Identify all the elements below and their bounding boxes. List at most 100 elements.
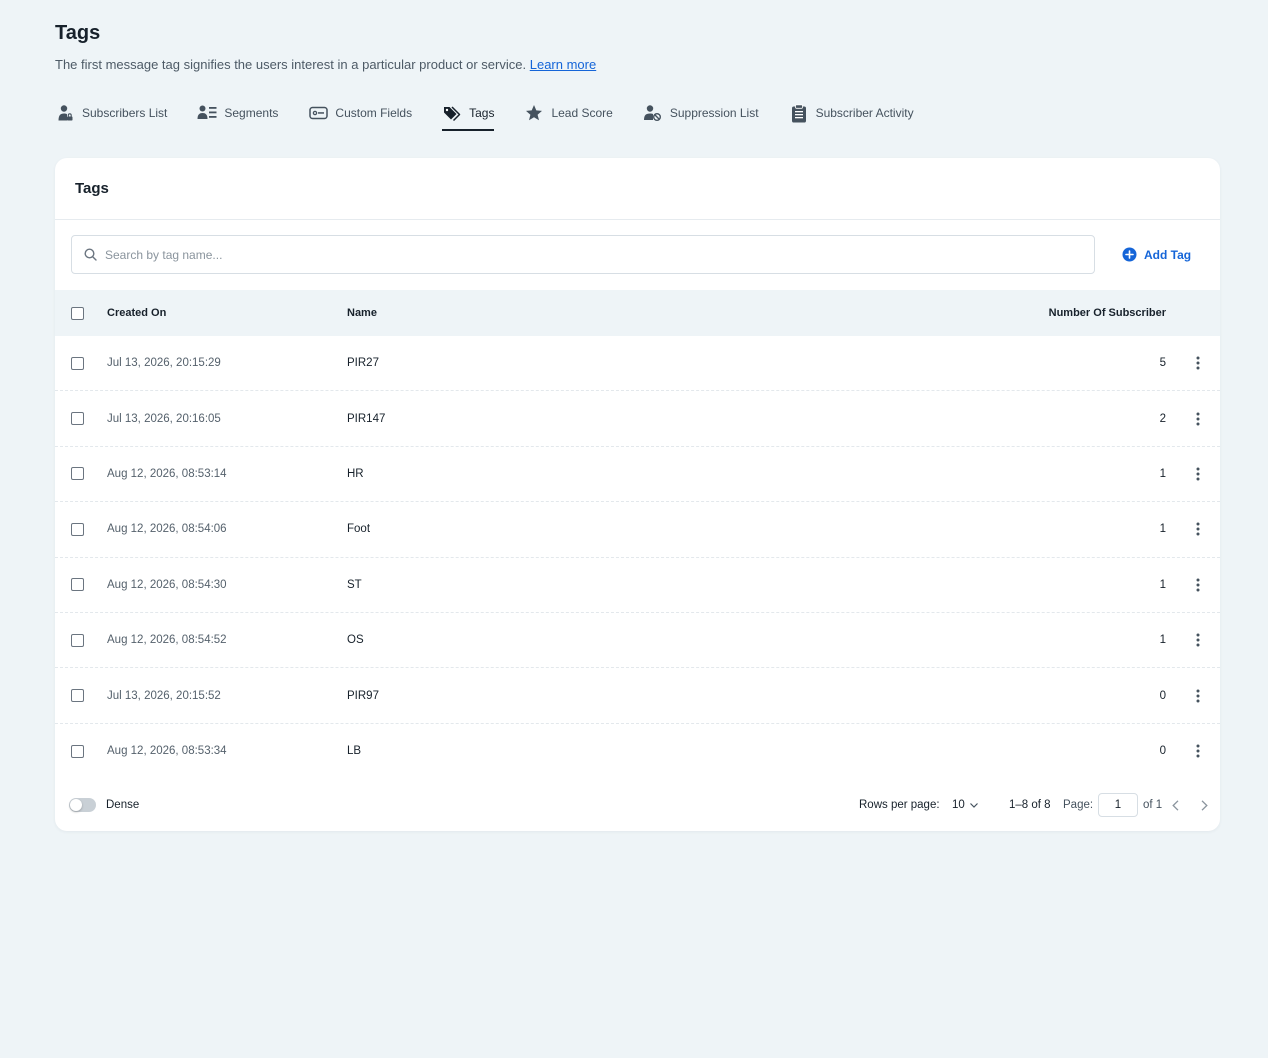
row-checkbox[interactable] xyxy=(71,522,84,536)
tab-label: Segments xyxy=(224,106,279,120)
more-vert-icon[interactable] xyxy=(1190,744,1206,758)
chevron-right-icon[interactable] xyxy=(1201,799,1208,811)
total-pages-label: of 1 xyxy=(1143,799,1163,811)
search-input[interactable] xyxy=(105,247,1005,262)
table-row: Aug 12, 2026, 08:54:52 OS 1 xyxy=(55,613,1220,669)
search-icon xyxy=(84,248,97,261)
tab-segments[interactable]: Segments xyxy=(197,96,278,130)
chevron-down-icon xyxy=(969,802,978,808)
user-block-icon xyxy=(643,103,663,123)
learn-more-link[interactable]: Learn more xyxy=(530,57,596,72)
tab-subscribers-list[interactable]: Subscribers List xyxy=(55,96,167,130)
tab-label: Subscriber Activity xyxy=(815,106,914,120)
table-row: Aug 12, 2026, 08:54:30 ST 1 xyxy=(55,558,1220,613)
pagination-range: 1–8 of 8 xyxy=(1009,799,1051,811)
tab-custom-fields[interactable]: Custom Fields xyxy=(308,96,412,130)
chevron-left-icon[interactable] xyxy=(1172,799,1179,811)
table-row: Aug 12, 2026, 08:53:14 HR 1 xyxy=(55,447,1220,503)
tab-bar: Subscribers List Segments Custom Fields … xyxy=(55,96,944,132)
search-box[interactable] xyxy=(71,235,1095,274)
table-row: Jul 13, 2026, 20:15:29 PIR27 5 xyxy=(55,336,1220,392)
add-tag-button[interactable]: Add Tag xyxy=(1122,247,1191,262)
row-name: PIR27 xyxy=(347,357,379,370)
row-subscriber-count: 1 xyxy=(1159,467,1166,480)
rows-per-page-label: Rows per page: xyxy=(859,799,940,811)
row-subscriber-count: 1 xyxy=(1159,523,1166,536)
more-vert-icon[interactable] xyxy=(1190,467,1206,481)
row-checkbox[interactable] xyxy=(71,356,84,370)
page-label: Page: xyxy=(1063,799,1094,811)
row-checkbox[interactable] xyxy=(71,744,84,758)
row-created-on: Aug 12, 2026, 08:53:14 xyxy=(107,467,227,480)
row-checkbox[interactable] xyxy=(71,578,84,592)
more-vert-icon[interactable] xyxy=(1190,689,1206,703)
column-header-created-on[interactable]: Created On xyxy=(107,307,166,319)
column-header-name[interactable]: Name xyxy=(347,307,377,319)
tags-icon xyxy=(442,103,462,123)
row-subscriber-count: 1 xyxy=(1159,578,1166,591)
tab-lead-score[interactable]: Lead Score xyxy=(524,96,613,130)
row-name: ST xyxy=(347,578,362,591)
tab-subscriber-activity[interactable]: Subscriber Activity xyxy=(789,96,914,130)
rows-per-page-select[interactable]: 10 xyxy=(952,799,983,811)
tab-label: Tags xyxy=(469,106,495,120)
row-name: OS xyxy=(347,634,364,647)
more-vert-icon[interactable] xyxy=(1190,633,1206,647)
row-subscriber-count: 2 xyxy=(1159,412,1166,425)
card-title: Tags xyxy=(55,158,1220,220)
row-subscriber-count: 0 xyxy=(1159,689,1166,702)
row-created-on: Jul 13, 2026, 20:15:29 xyxy=(107,357,221,370)
row-created-on: Jul 13, 2026, 20:16:05 xyxy=(107,412,221,425)
row-subscriber-count: 1 xyxy=(1159,634,1166,647)
more-vert-icon[interactable] xyxy=(1190,412,1206,426)
table-row: Aug 12, 2026, 08:54:06 Foot 1 xyxy=(55,502,1220,558)
table-row: Aug 12, 2026, 08:53:34 LB 0 xyxy=(55,724,1220,779)
page-number-input[interactable] xyxy=(1098,793,1138,817)
table-row: Jul 13, 2026, 20:15:52 PIR97 0 xyxy=(55,668,1220,724)
custom-fields-icon xyxy=(308,103,328,123)
page-description: The first message tag signifies the user… xyxy=(55,57,596,72)
tab-suppression-list[interactable]: Suppression List xyxy=(643,96,759,130)
more-vert-icon[interactable] xyxy=(1190,356,1206,370)
page-title: Tags xyxy=(55,22,101,44)
row-subscriber-count: 5 xyxy=(1159,357,1166,370)
plus-circle-icon xyxy=(1122,247,1137,262)
dense-label: Dense xyxy=(106,799,140,811)
row-checkbox[interactable] xyxy=(71,412,84,426)
clipboard-icon xyxy=(789,103,809,123)
row-checkbox[interactable] xyxy=(71,689,84,703)
row-name: PIR147 xyxy=(347,412,386,425)
tab-label: Custom Fields xyxy=(335,106,413,120)
star-icon xyxy=(524,103,544,123)
select-all-checkbox[interactable] xyxy=(71,306,84,320)
row-created-on: Jul 13, 2026, 20:15:52 xyxy=(107,689,221,702)
more-vert-icon[interactable] xyxy=(1190,522,1206,536)
segments-icon xyxy=(197,103,217,123)
row-checkbox[interactable] xyxy=(71,633,84,647)
tab-label: Suppression List xyxy=(669,106,759,120)
row-created-on: Aug 12, 2026, 08:54:52 xyxy=(107,634,227,647)
tab-tags[interactable]: Tags xyxy=(442,96,495,131)
row-name: Foot xyxy=(347,523,371,536)
tags-card: Tags Add Tag Created On Name Number Of S… xyxy=(55,158,1220,831)
table-row: Jul 13, 2026, 20:16:05 PIR147 2 xyxy=(55,391,1220,447)
user-lock-icon xyxy=(55,103,75,123)
dense-toggle[interactable] xyxy=(69,798,96,812)
row-created-on: Aug 12, 2026, 08:54:30 xyxy=(107,578,227,591)
rows-per-page-value: 10 xyxy=(952,799,965,811)
row-created-on: Aug 12, 2026, 08:54:06 xyxy=(107,523,227,536)
table-footer: Dense Rows per page: 10 1–8 of 8 Page: o… xyxy=(55,790,1220,820)
row-subscriber-count: 0 xyxy=(1159,745,1166,758)
table-header: Created On Name Number Of Subscriber xyxy=(55,290,1220,336)
table-body: Jul 13, 2026, 20:15:29 PIR27 5 Jul 13, 2… xyxy=(55,336,1220,779)
row-name: HR xyxy=(347,467,364,480)
row-name: LB xyxy=(347,745,362,758)
page-description-text: The first message tag signifies the user… xyxy=(55,57,527,72)
more-vert-icon[interactable] xyxy=(1190,578,1206,592)
tab-label: Lead Score xyxy=(551,106,613,120)
row-checkbox[interactable] xyxy=(71,467,84,481)
toolbar: Add Tag xyxy=(71,235,1204,274)
row-created-on: Aug 12, 2026, 08:53:34 xyxy=(107,745,227,758)
add-tag-label: Add Tag xyxy=(1144,247,1192,262)
column-header-subscribers[interactable]: Number Of Subscriber xyxy=(1049,307,1166,319)
